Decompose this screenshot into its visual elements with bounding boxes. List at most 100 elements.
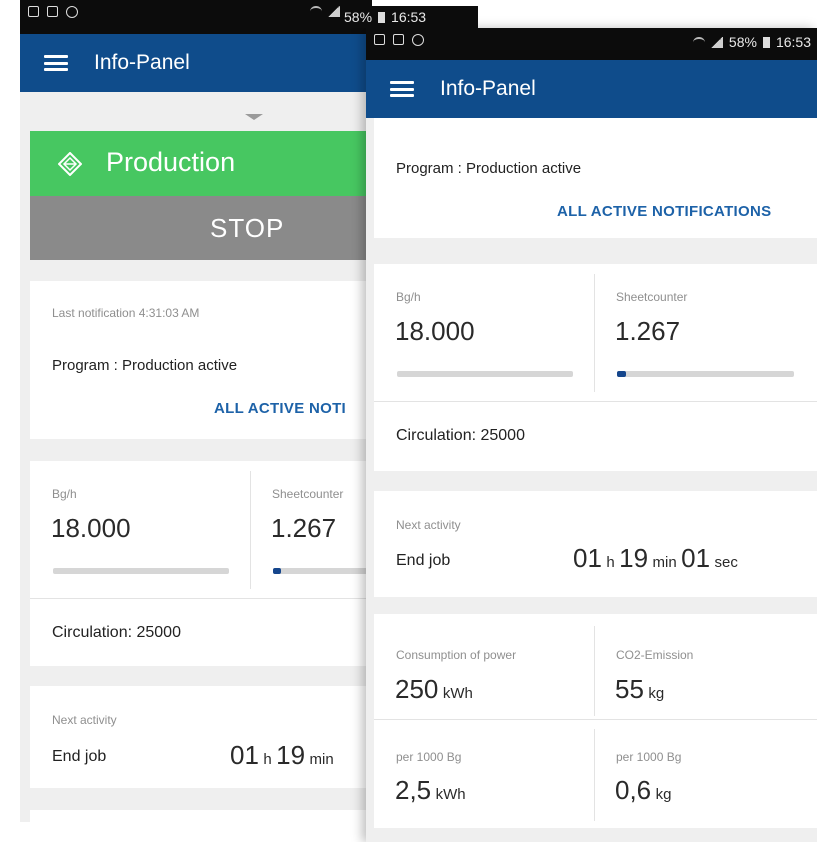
sheetcounter-label: Sheetcounter: [616, 290, 688, 304]
bgh-label: Bg/h: [52, 487, 77, 501]
co2-emission-label: CO2-Emission: [616, 648, 694, 662]
per-1000-label: per 1000 Bg: [396, 750, 462, 764]
countdown-seconds-unit: sec: [714, 554, 738, 571]
per-1000-power-row: 2,5 kWh: [395, 775, 466, 806]
next-activity-countdown: 01 h 19 min 01 sec: [573, 543, 738, 574]
program-status-text: Program : Production active: [52, 357, 238, 374]
app-bar: Info-Panel: [20, 34, 372, 92]
app-title: Info-Panel: [94, 51, 190, 74]
program-status-text: Program : Production active: [396, 160, 582, 177]
co2-emission-value: 55: [615, 674, 644, 704]
sync-icon: [66, 6, 78, 18]
divider: [374, 719, 817, 720]
countdown-minutes-unit: min: [309, 751, 334, 768]
next-activity-card: Next activity End job 01 h 19 min 01 sec: [374, 491, 817, 597]
per-1000-power-unit: kWh: [435, 786, 466, 803]
countdown-seconds: 01: [681, 543, 711, 573]
status-bar-left-overflow: 58% 16:53: [340, 6, 478, 28]
bgh-progress-bar: [397, 371, 573, 377]
next-activity-countdown: 01 h 19 min: [230, 740, 334, 771]
countdown-hours-unit: h: [606, 554, 615, 571]
gallery-icon: [47, 6, 58, 17]
per-1000-co2-unit: kg: [655, 786, 672, 803]
production-status-banner: Production: [30, 131, 372, 196]
screenshot-icon: [28, 6, 39, 17]
battery-icon: [378, 11, 386, 23]
status-bar: 58% 16:53: [366, 28, 817, 60]
next-activity-label: Next activity: [52, 713, 117, 727]
phone-screen-right: 58% 16:53 Info-Panel Program : Productio…: [366, 28, 817, 842]
divider: [594, 729, 595, 821]
countdown-hours: 01: [573, 543, 602, 573]
bgh-label: Bg/h: [396, 290, 421, 304]
all-active-notifications-link[interactable]: ALL ACTIVE NOTIFICATIONS: [557, 203, 771, 220]
stop-label: STOP: [210, 213, 285, 243]
sheetcounter-progress-fill: [617, 371, 626, 377]
countdown-minutes-unit: min: [652, 554, 677, 571]
notification-card: Last notification 4:31:03 AM Program : P…: [30, 281, 372, 439]
sheetcounter-label: Sheetcounter: [272, 487, 344, 501]
production-metrics-card: Bg/h 18.000 Sheetcounter 1.267 Circulati…: [374, 264, 817, 471]
system-indicators-left: [310, 6, 340, 17]
per-1000-label: per 1000 Bg: [616, 750, 682, 764]
bgh-value: 18.000: [395, 316, 475, 346]
signal-icon: [710, 36, 723, 48]
sheetcounter-progress-bar: [273, 568, 372, 574]
co2-emission-value-row: 55 kg: [615, 674, 664, 705]
notification-icons: [374, 34, 424, 46]
per-1000-co2-value: 0,6: [615, 775, 652, 805]
status-time: 16:53: [391, 9, 427, 25]
countdown-hours-unit: h: [263, 751, 272, 768]
all-active-notifications-link[interactable]: ALL ACTIVE NOTI: [214, 400, 346, 417]
menu-icon[interactable]: [390, 81, 414, 97]
circulation-text: Circulation: 25000: [396, 427, 525, 444]
consumption-card: [30, 810, 372, 822]
consumption-card: Consumption of power 250 kWh CO2-Emissio…: [374, 614, 817, 828]
wifi-icon: [692, 36, 705, 48]
phone-screen-left: Info-Panel Production STOP Last notifica…: [20, 0, 372, 822]
next-activity-card: Next activity End job 01 h 19 min: [30, 686, 372, 788]
next-activity-name: End job: [396, 552, 451, 569]
system-indicators: 58% 16:53: [692, 34, 811, 50]
battery-icon: [762, 36, 770, 48]
bgh-progress-bar: [53, 568, 229, 574]
divider: [30, 598, 372, 599]
divider: [250, 471, 251, 589]
bgh-value: 18.000: [51, 513, 131, 543]
power-consumption-unit: kWh: [442, 685, 473, 702]
wifi-icon: [310, 6, 322, 17]
machine-logo-icon: [58, 152, 82, 176]
app-title: Info-Panel: [440, 77, 536, 100]
chevron-down-icon[interactable]: [245, 114, 263, 120]
power-consumption-label: Consumption of power: [396, 648, 517, 662]
production-label: Production: [106, 147, 236, 177]
menu-icon[interactable]: [44, 55, 68, 71]
sync-icon: [412, 34, 424, 46]
circulation-text: Circulation: 25000: [52, 624, 181, 641]
battery-percent: 58%: [728, 34, 757, 50]
last-notification-text: Last notification 4:31:03 AM: [52, 306, 200, 320]
divider: [594, 626, 595, 716]
stop-button[interactable]: STOP: [30, 196, 372, 260]
screenshot-icon: [374, 34, 385, 45]
sheetcounter-progress-fill: [273, 568, 281, 574]
sheetcounter-value: 1.267: [615, 316, 681, 346]
next-activity-name: End job: [52, 748, 107, 765]
countdown-minutes: 19: [619, 543, 649, 573]
sheetcounter-progress-bar: [617, 371, 794, 377]
notification-card: Program : Production active ALL ACTIVE N…: [374, 118, 817, 238]
power-consumption-value-row: 250 kWh: [395, 674, 473, 705]
production-metrics-card: Bg/h 18.000 Sheetcounter 1.267 Circulati…: [30, 461, 372, 666]
per-1000-power-value: 2,5: [395, 775, 432, 805]
power-consumption-value: 250: [395, 674, 439, 704]
battery-percent: 58%: [344, 9, 373, 25]
signal-icon: [328, 6, 340, 17]
co2-emission-unit: kg: [648, 685, 665, 702]
divider: [374, 401, 817, 402]
divider: [594, 274, 595, 392]
status-time: 16:53: [775, 34, 811, 50]
per-1000-co2-row: 0,6 kg: [615, 775, 671, 806]
countdown-hours: 01: [230, 740, 259, 770]
next-activity-label: Next activity: [396, 518, 461, 532]
notification-icons: [28, 6, 78, 18]
